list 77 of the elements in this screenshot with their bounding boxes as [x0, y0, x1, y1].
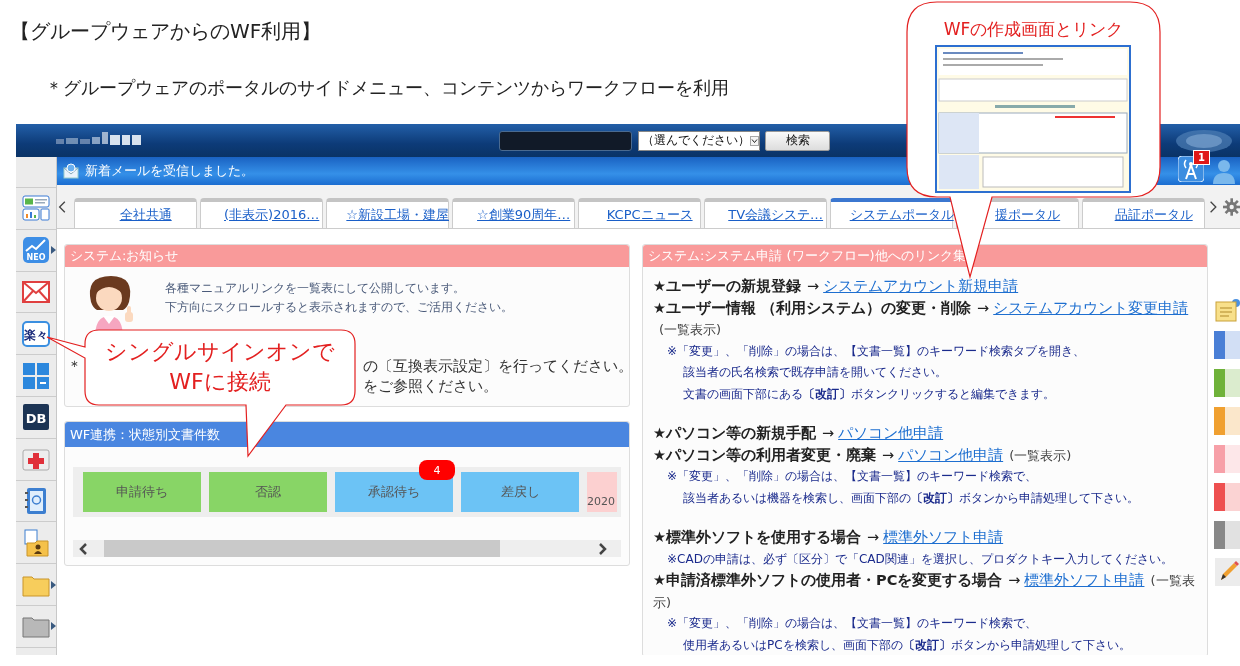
color-tab[interactable] — [1213, 406, 1240, 436]
chart-icon[interactable]: NEO — [22, 236, 50, 265]
entry-text: ★ユーザー情報 （利用システム）の変更・削除 → システムアカウント変更申請 (一覧表示) — [653, 298, 1190, 339]
note-text: ※CADの申請は、必ず〔区分〕で「CAD関連」を選択し、プロダクトキー入力してください。 — [666, 550, 1174, 568]
entry-text: ★パソコン等の新規手配 → パソコン他申請 — [653, 424, 945, 443]
notification-text: 新着メールを受信しました。 — [85, 162, 254, 180]
chevron-right-icon — [597, 542, 607, 555]
tab[interactable]: TV会議システ… — [704, 198, 828, 228]
first-aid-icon[interactable] — [22, 446, 50, 473]
count-badge: 4 — [419, 460, 455, 480]
user-icon[interactable] — [1212, 158, 1236, 184]
dropdown[interactable]: （選んでください） — [638, 130, 760, 151]
link[interactable]: システムアカウント新規申請 — [823, 278, 1019, 294]
color-tab[interactable] — [1213, 368, 1240, 398]
entry-text: ★申請済標準外ソフトの使用者・PCを変更する場合 → 標準外ソフト申請 (一覧表示) — [653, 571, 1196, 612]
callout-text: シングルサインオンで — [104, 338, 336, 366]
link[interactable]: パソコン他申請 — [838, 425, 944, 441]
folder-user-icon[interactable] — [22, 528, 50, 557]
scrollbar[interactable] — [73, 540, 621, 557]
chevron-left-icon — [79, 542, 89, 555]
color-tab[interactable] — [1213, 482, 1240, 512]
slide-title: 【グループウェアからのWF利用】 — [10, 18, 322, 45]
entry-text: ★パソコン等の利用者変更・廃棄 → パソコン他申請 (一覧表示) — [653, 445, 1073, 465]
date-tile[interactable]: 2020 — [587, 472, 617, 512]
status-tile[interactable]: 差戻し — [461, 472, 579, 512]
notice-text: をご参照ください。 — [363, 376, 498, 396]
database-icon[interactable]: DB — [22, 403, 50, 432]
dashboard-icon[interactable] — [22, 195, 50, 222]
tab[interactable]: KCPCニュース — [578, 198, 702, 228]
panel-title: WF連携：状態別文書件数 — [70, 425, 221, 444]
color-tab[interactable] — [1213, 520, 1240, 550]
panel-title: システム:システム申請 (ワークフロー)他へのリンク集 — [648, 247, 966, 265]
notice-text: ＊ — [67, 357, 82, 375]
entry-text: ★ユーザーの新規登録 → システムアカウント新規申請 — [653, 277, 1020, 296]
link[interactable]: パソコン他申請 — [898, 446, 1004, 463]
app-icon[interactable]: 楽々 — [22, 320, 50, 347]
panel-title: システム:お知らせ — [70, 247, 179, 265]
note-text: 文書の画面下部にある〔改訂〕ボタンクリックすると編集できます。 — [682, 385, 1056, 403]
notice-text: 下方向にスクロールすると表示されますので、ご活用ください。 — [165, 299, 513, 316]
link[interactable]: 標準外ソフト申請 — [1024, 572, 1145, 588]
tiles-icon[interactable] — [22, 361, 50, 390]
notification-badge: 1 — [1193, 150, 1210, 165]
tab[interactable]: (非表示)2016… — [200, 198, 324, 228]
note-text: ※「変更」、「削除」の場合は、【文書一覧】のキーワード検索で、 — [666, 615, 1039, 632]
callout-text: WFの作成画面とリンク — [942, 18, 1125, 40]
notice-text: の〔互換表示設定〕を行ってください。 — [363, 356, 633, 376]
address-book-icon[interactable] — [24, 486, 48, 515]
folder-icon[interactable] — [22, 614, 50, 639]
note-text: ※「変更」、「削除」の場合は、【文書一覧】のキーワード検索で、 — [666, 468, 1039, 485]
mail-icon[interactable] — [22, 280, 50, 304]
tab[interactable]: 品証ポータル — [1082, 198, 1206, 228]
link[interactable]: 標準外ソフト申請 — [883, 529, 1004, 545]
settings-icon[interactable] — [1222, 196, 1240, 217]
search-field[interactable] — [499, 130, 632, 151]
scrollbar-thumb[interactable] — [104, 540, 500, 557]
entry-text: ★標準外ソフトを使用する場合 → 標準外ソフト申請 — [653, 528, 1005, 547]
pencil-icon[interactable] — [1215, 558, 1240, 586]
notice-text: 各種マニュアルリンクを一覧表にして公開しています。 — [165, 280, 466, 297]
tab[interactable]: 全社共通 — [74, 198, 198, 228]
color-tab[interactable] — [1213, 330, 1240, 360]
status-tile[interactable]: 申請待ち — [83, 472, 201, 512]
memo-icon[interactable] — [1215, 298, 1240, 322]
color-tab[interactable] — [1213, 444, 1240, 474]
tab[interactable]: ☆新設工場・建屋 — [326, 198, 450, 228]
link[interactable]: システムアカウント変更申請 — [993, 299, 1189, 316]
mail-icon — [63, 163, 79, 179]
search-button[interactable]: 検索 — [765, 130, 830, 151]
tab[interactable]: ☆創業90周年… — [452, 198, 576, 228]
note-text: 使用者あるいはPCを検索し、画面下部の〔改訂〕ボタンから申請処理して下さい。 — [682, 636, 1132, 654]
status-tile[interactable]: 否認 — [209, 472, 327, 512]
note-text: 該当者の氏名検索で既存申請を開いてください。 — [682, 364, 948, 381]
blurred-logo-icon — [1174, 127, 1234, 154]
slide-subtitle: ＊グループウェアのポータルのサイドメニュー、コンテンツからワークフローを利用 — [45, 76, 729, 100]
note-text: 該当者あるいは機器を検索し、画面下部の〔改訂〕ボタンから申請処理して下さい。 — [682, 489, 1140, 507]
tab[interactable]: システムポータル — [830, 198, 954, 228]
note-text: ※「変更」、「削除」の場合は、【文書一覧】のキーワード検索タブを開き、 — [666, 342, 1087, 360]
callout-text: WFに接続 — [168, 368, 272, 396]
